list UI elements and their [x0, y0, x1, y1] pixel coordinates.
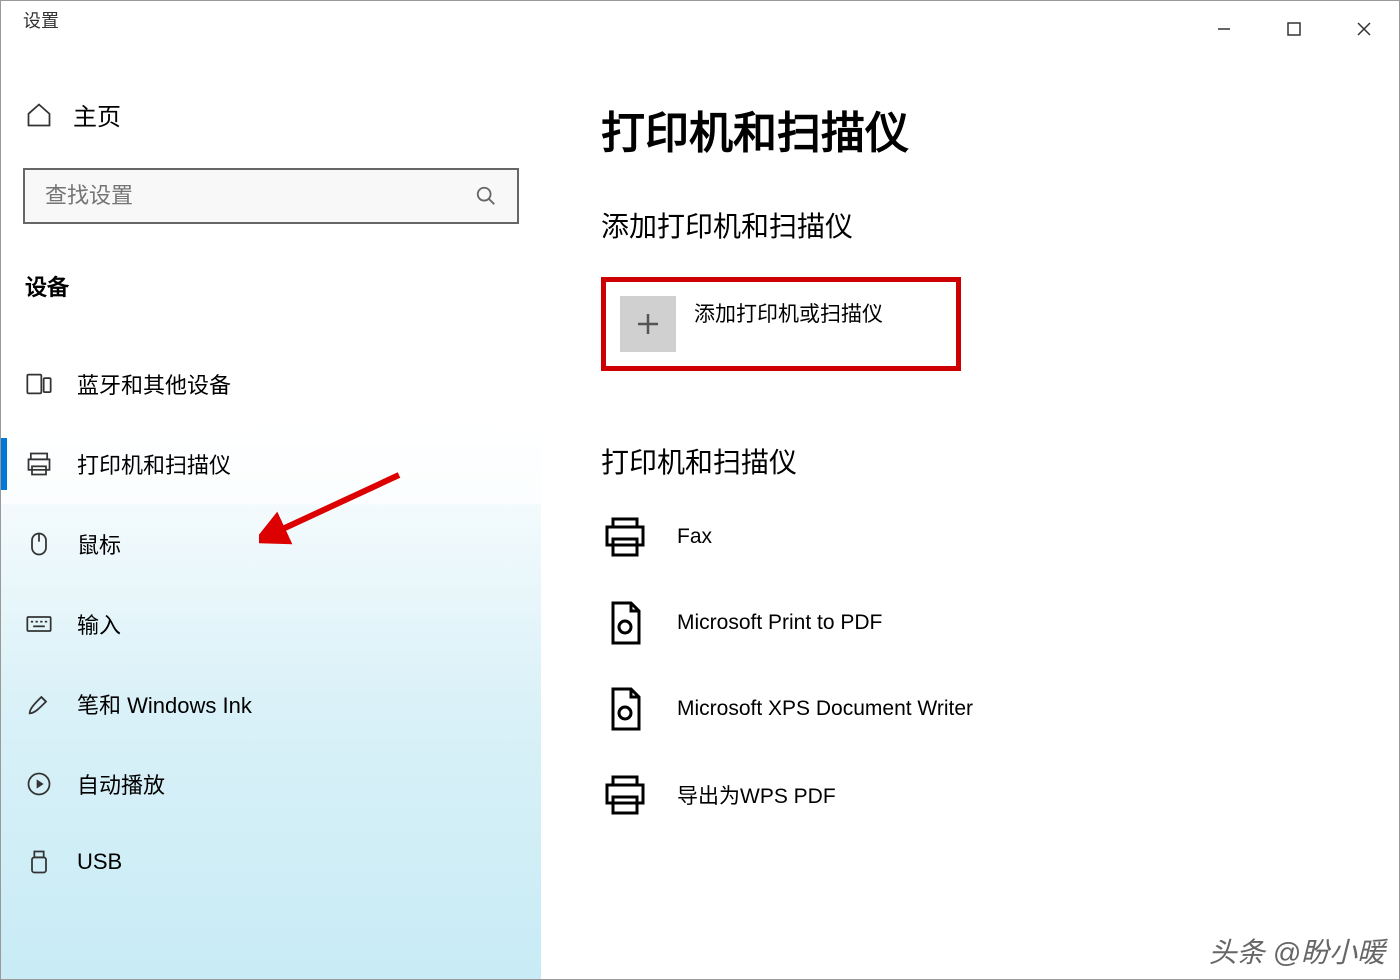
printer-item[interactable]: Fax	[601, 513, 1339, 561]
printer-item[interactable]: Microsoft XPS Document Writer	[601, 685, 1339, 733]
list-section-title: 打印机和扫描仪	[601, 441, 1339, 481]
sidebar-item-bluetooth[interactable]: 蓝牙和其他设备	[1, 344, 541, 424]
sidebar-item-label: 蓝牙和其他设备	[77, 368, 231, 400]
sidebar: 主页 设备 蓝牙和其他设备	[1, 45, 541, 979]
plus-icon	[620, 296, 676, 352]
search-icon	[475, 185, 497, 207]
sidebar-item-autoplay[interactable]: 自动播放	[1, 744, 541, 824]
add-section-title: 添加打印机和扫描仪	[601, 205, 1339, 245]
printer-label: Fax	[677, 525, 712, 549]
usb-icon	[25, 848, 53, 876]
category-label: 设备	[1, 270, 541, 344]
sidebar-item-label: 输入	[77, 608, 121, 640]
printer-icon	[601, 513, 649, 561]
sidebar-item-printers[interactable]: 打印机和扫描仪	[1, 424, 541, 504]
main-content: 打印机和扫描仪 添加打印机和扫描仪 添加打印机或扫描仪 打印机和扫描仪 Fax	[541, 45, 1399, 979]
window-title: 设置	[23, 7, 59, 33]
printer-label: Microsoft XPS Document Writer	[677, 697, 973, 721]
nav-list: 蓝牙和其他设备 打印机和扫描仪 鼠标	[1, 344, 541, 900]
sidebar-item-label: 笔和 Windows Ink	[77, 688, 252, 720]
sidebar-item-pen[interactable]: 笔和 Windows Ink	[1, 664, 541, 744]
titlebar: 设置	[1, 1, 1399, 45]
home-nav[interactable]: 主页	[1, 97, 541, 168]
pen-icon	[25, 690, 53, 718]
printer-pdf-icon	[601, 599, 649, 647]
printer-label: 导出为WPS PDF	[677, 780, 836, 810]
sidebar-item-label: 自动播放	[77, 768, 165, 800]
printer-xps-icon	[601, 685, 649, 733]
search-input[interactable]	[23, 168, 519, 224]
sidebar-item-label: USB	[77, 849, 122, 875]
home-label: 主页	[73, 97, 121, 132]
printer-icon	[25, 450, 53, 478]
keyboard-icon	[25, 610, 53, 638]
mouse-icon	[25, 530, 53, 558]
printer-list: Fax Microsoft Print to PDF Microsoft XPS…	[601, 513, 1339, 819]
add-printer-label: 添加打印机或扫描仪	[694, 296, 883, 328]
search-field[interactable]	[45, 183, 475, 209]
home-icon	[25, 101, 53, 129]
page-title: 打印机和扫描仪	[601, 97, 1339, 161]
autoplay-icon	[25, 770, 53, 798]
sidebar-item-typing[interactable]: 输入	[1, 584, 541, 664]
bluetooth-devices-icon	[25, 370, 53, 398]
sidebar-item-mouse[interactable]: 鼠标	[1, 504, 541, 584]
watermark: 头条 @盼小暖	[1209, 931, 1385, 971]
printer-item[interactable]: Microsoft Print to PDF	[601, 599, 1339, 647]
printer-item[interactable]: 导出为WPS PDF	[601, 771, 1339, 819]
sidebar-item-label: 打印机和扫描仪	[77, 448, 231, 480]
printer-label: Microsoft Print to PDF	[677, 611, 882, 635]
sidebar-item-label: 鼠标	[77, 528, 121, 560]
printer-icon	[601, 771, 649, 819]
sidebar-item-usb[interactable]: USB	[1, 824, 541, 900]
add-printer-button[interactable]: 添加打印机或扫描仪	[601, 277, 961, 371]
